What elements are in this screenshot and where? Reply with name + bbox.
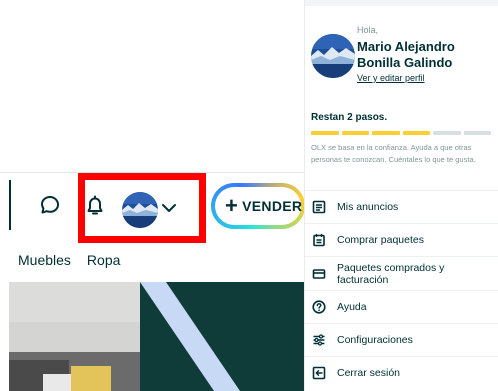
sell-button-label: VENDER — [242, 198, 303, 214]
progress-segment-done — [341, 131, 369, 135]
search-field-edge[interactable] — [9, 180, 11, 230]
menu-item-cerrar-sesion[interactable]: Cerrar sesión — [305, 356, 498, 389]
promo-banner-photo[interactable] — [9, 282, 140, 391]
promo-banner-graphic[interactable] — [140, 282, 304, 391]
chat-icon[interactable] — [38, 193, 62, 217]
package-icon — [311, 232, 327, 248]
avatar-large — [311, 34, 355, 78]
menu-item-label: Cerrar sesión — [337, 367, 401, 379]
dropdown-menu: Mis anuncios Comprar paquetes Paquetes c… — [305, 190, 498, 389]
card-icon — [311, 266, 327, 282]
profile-progress-bar — [311, 131, 491, 135]
category-link-muebles[interactable]: Muebles — [18, 252, 71, 268]
menu-item-label: Mis anuncios — [337, 201, 399, 213]
plus-icon: + — [225, 193, 239, 218]
menu-item-comprar-paquetes[interactable]: Comprar paquetes — [305, 223, 498, 256]
menu-item-label: Ayuda — [337, 301, 367, 313]
progress-segment-done — [311, 131, 339, 135]
user-name: Mario Alejandro Bonilla Galindo — [357, 39, 455, 70]
help-icon — [311, 299, 327, 315]
menu-item-label: Configuraciones — [337, 334, 413, 346]
progress-segment-pending — [433, 131, 461, 135]
greeting-text: Hola, — [357, 25, 379, 35]
menu-item-mis-anuncios[interactable]: Mis anuncios — [305, 190, 498, 223]
logout-icon — [311, 365, 327, 381]
highlight-annotation-box — [78, 173, 206, 243]
menu-item-paquetes-comprados[interactable]: Paquetes comprados y facturación — [305, 256, 498, 290]
edit-profile-link[interactable]: Ver y editar perfil — [357, 73, 425, 83]
progress-segment-pending — [463, 131, 491, 135]
menu-item-label: Comprar paquetes — [337, 234, 424, 246]
menu-item-ayuda[interactable]: Ayuda — [305, 290, 498, 323]
listing-icon — [311, 199, 327, 215]
sell-button-inner: + VENDER — [215, 187, 303, 225]
progress-segment-done — [372, 131, 400, 135]
settings-icon — [311, 332, 327, 348]
menu-item-label: Paquetes comprados y facturación — [337, 261, 445, 286]
progress-note: OLX se basa en la confianza. Ayuda a que… — [311, 143, 476, 164]
panel-top-strip — [305, 0, 498, 6]
sell-button[interactable]: + VENDER — [211, 183, 304, 229]
main-page: + VENDER Muebles Ropa — [0, 0, 304, 391]
category-link-ropa[interactable]: Ropa — [87, 252, 120, 268]
profile-dropdown: Hola, Mario Alejandro Bonilla Galindo Ve… — [304, 0, 498, 391]
category-bar: Muebles Ropa — [18, 252, 120, 268]
steps-remaining-title: Restan 2 pasos. — [311, 112, 388, 123]
menu-item-configuraciones[interactable]: Configuraciones — [305, 323, 498, 356]
progress-segment-done — [402, 131, 430, 135]
